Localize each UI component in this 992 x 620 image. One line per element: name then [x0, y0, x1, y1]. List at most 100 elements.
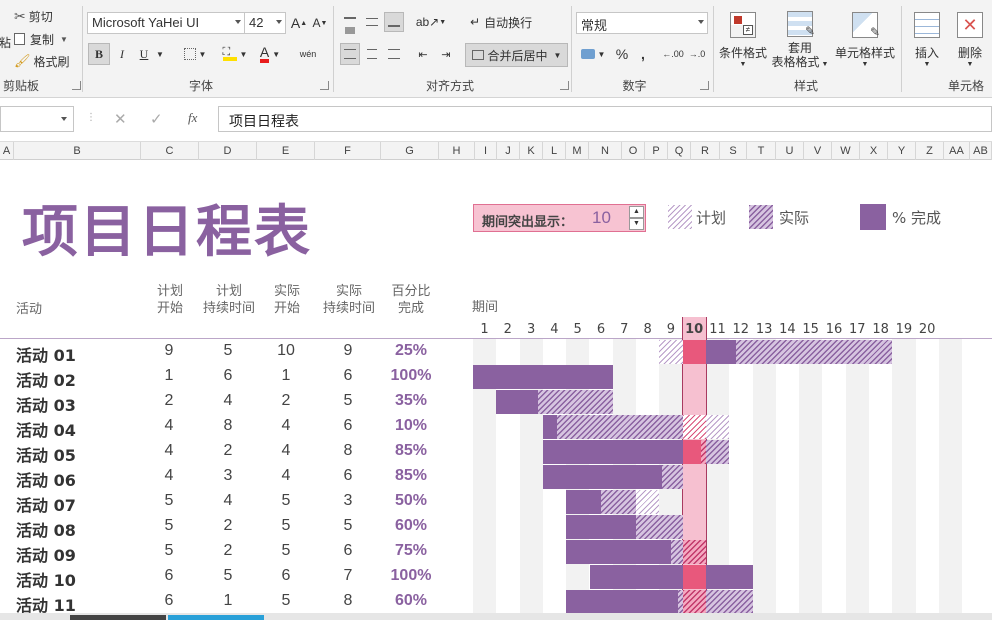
plan-start-cell[interactable]: 1: [149, 367, 189, 385]
clipboard-launcher-icon[interactable]: [72, 81, 81, 90]
number-launcher-icon[interactable]: [700, 81, 709, 90]
actual-duration-cell[interactable]: 6: [328, 367, 368, 385]
plan-start-cell[interactable]: 2: [149, 392, 189, 410]
percent-complete-cell[interactable]: 60%: [381, 592, 441, 610]
plan-duration-cell[interactable]: 2: [208, 542, 248, 560]
actual-duration-cell[interactable]: 9: [328, 342, 368, 360]
alignment-launcher-icon[interactable]: [560, 81, 569, 90]
chevron-down-icon[interactable]: ▼: [154, 43, 166, 65]
plan-start-cell[interactable]: 9: [149, 342, 189, 360]
number-format-select[interactable]: 常规: [576, 12, 708, 34]
column-header[interactable]: Y: [888, 142, 916, 160]
plan-duration-cell[interactable]: 3: [208, 467, 248, 485]
plan-duration-cell[interactable]: 5: [208, 342, 248, 360]
column-header[interactable]: U: [776, 142, 804, 160]
activity-name-cell[interactable]: 活动 05: [16, 442, 76, 466]
actual-start-cell[interactable]: 1: [266, 367, 306, 385]
actual-start-cell[interactable]: 5: [266, 492, 306, 510]
activity-name-cell[interactable]: 活动 06: [16, 467, 76, 491]
plan-duration-cell[interactable]: 2: [208, 517, 248, 535]
activity-name-cell[interactable]: 活动 04: [16, 417, 76, 441]
actual-start-cell[interactable]: 10: [266, 342, 306, 360]
align-top-icon[interactable]: [340, 12, 360, 32]
insert-function-button[interactable]: fx: [188, 110, 197, 126]
plan-duration-cell[interactable]: 4: [208, 492, 248, 510]
spin-down-icon[interactable]: ▼: [629, 218, 644, 230]
decrease-indent-icon[interactable]: ⇤: [412, 43, 434, 65]
column-header[interactable]: O: [622, 142, 645, 160]
column-header[interactable]: C: [141, 142, 199, 160]
cut-button[interactable]: ✂ 剪切: [14, 6, 53, 26]
plan-start-cell[interactable]: 5: [149, 542, 189, 560]
spin-up-icon[interactable]: ▲: [629, 206, 644, 218]
sheet-tab[interactable]: [168, 615, 264, 620]
currency-button[interactable]: ▼: [578, 43, 608, 65]
activity-name-cell[interactable]: 活动 02: [16, 367, 76, 391]
percent-complete-cell[interactable]: 25%: [381, 342, 441, 360]
increase-indent-icon[interactable]: ⇥: [435, 43, 457, 65]
column-header[interactable]: D: [199, 142, 257, 160]
percent-complete-cell[interactable]: 60%: [381, 517, 441, 535]
column-header[interactable]: V: [804, 142, 832, 160]
plan-duration-cell[interactable]: 1: [208, 592, 248, 610]
underline-button[interactable]: U: [134, 43, 154, 65]
actual-start-cell[interactable]: 5: [266, 542, 306, 560]
activity-name-cell[interactable]: 活动 08: [16, 517, 76, 541]
sheet-tab[interactable]: [70, 615, 166, 620]
font-launcher-icon[interactable]: [320, 81, 329, 90]
merge-center-button[interactable]: 合并后居中 ▼: [465, 43, 568, 67]
column-header[interactable]: I: [475, 142, 497, 160]
drag-handle-icon[interactable]: ⋮: [86, 112, 96, 123]
actual-start-cell[interactable]: 4: [266, 467, 306, 485]
actual-duration-cell[interactable]: 5: [328, 517, 368, 535]
actual-duration-cell[interactable]: 3: [328, 492, 368, 510]
column-header[interactable]: G: [381, 142, 439, 160]
bold-button[interactable]: B: [88, 43, 110, 65]
shrink-font-icon[interactable]: A ▼: [311, 13, 329, 33]
format-painter-button[interactable]: 🖌 格式刷: [14, 51, 70, 71]
decrease-decimal-icon[interactable]: →.0: [686, 43, 708, 65]
column-header[interactable]: Z: [916, 142, 944, 160]
plan-duration-cell[interactable]: 4: [208, 392, 248, 410]
column-header[interactable]: AA: [944, 142, 970, 160]
border-button[interactable]: ▼: [180, 43, 210, 65]
column-header[interactable]: P: [645, 142, 668, 160]
activity-name-cell[interactable]: 活动 09: [16, 542, 76, 566]
percent-complete-cell[interactable]: 85%: [381, 467, 441, 485]
plan-duration-cell[interactable]: 5: [208, 567, 248, 585]
font-size-select[interactable]: 42: [244, 12, 286, 34]
align-center-icon[interactable]: [362, 43, 382, 65]
column-header[interactable]: J: [497, 142, 520, 160]
actual-duration-cell[interactable]: 5: [328, 392, 368, 410]
name-box[interactable]: [0, 106, 74, 132]
column-header[interactable]: Q: [668, 142, 691, 160]
plan-start-cell[interactable]: 4: [149, 467, 189, 485]
worksheet[interactable]: 项目日程表 期间突出显示： 10 ▲ ▼ 计划 实际 % 完成 活动 计划 开始…: [0, 161, 992, 620]
actual-duration-cell[interactable]: 6: [328, 417, 368, 435]
table-format-button[interactable]: ✎ 套用 表格格式 ▼: [770, 6, 830, 76]
column-header[interactable]: L: [543, 142, 566, 160]
column-header[interactable]: W: [832, 142, 860, 160]
plan-start-cell[interactable]: 6: [149, 567, 189, 585]
actual-start-cell[interactable]: 5: [266, 592, 306, 610]
wrap-text-button[interactable]: ↵ 自动换行: [470, 12, 532, 32]
actual-start-cell[interactable]: 5: [266, 517, 306, 535]
copy-button[interactable]: 复制 ▼: [14, 29, 68, 49]
percent-complete-cell[interactable]: 100%: [381, 567, 441, 585]
italic-button[interactable]: I: [112, 43, 132, 65]
actual-duration-cell[interactable]: 6: [328, 467, 368, 485]
insert-button[interactable]: 插入 ▼: [906, 6, 948, 74]
plan-duration-cell[interactable]: 2: [208, 442, 248, 460]
activity-name-cell[interactable]: 活动 07: [16, 492, 76, 516]
cancel-icon[interactable]: ✕: [114, 110, 127, 128]
orientation-icon[interactable]: ab↗ ▼: [416, 12, 446, 32]
actual-duration-cell[interactable]: 6: [328, 542, 368, 560]
conditional-format-button[interactable]: ≠ 条件格式 ▼: [716, 6, 770, 74]
column-header[interactable]: A: [0, 142, 14, 160]
fill-color-button[interactable]: ⛶ ▼: [218, 43, 252, 65]
plan-start-cell[interactable]: 4: [149, 442, 189, 460]
column-header[interactable]: T: [747, 142, 776, 160]
column-header[interactable]: H: [439, 142, 475, 160]
grow-font-icon[interactable]: A ▲: [290, 13, 308, 33]
align-left-icon[interactable]: [340, 43, 360, 65]
